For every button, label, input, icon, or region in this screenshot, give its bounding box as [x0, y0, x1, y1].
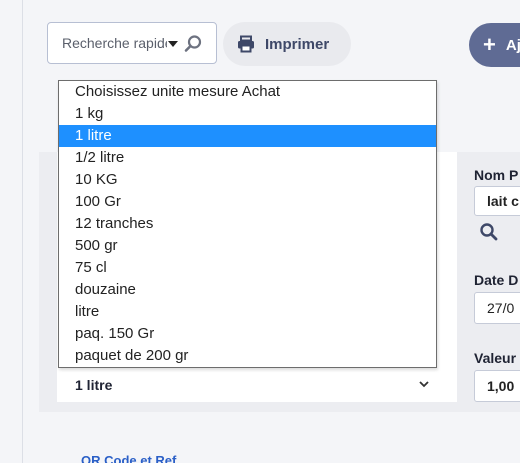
- valeur-field[interactable]: 1,00: [474, 370, 520, 402]
- caret-down-icon[interactable]: [168, 41, 178, 47]
- chevron-down-icon: [419, 381, 429, 388]
- dropdown-option[interactable]: 100 Gr: [59, 191, 436, 213]
- dropdown-option[interactable]: 75 cl: [59, 257, 436, 279]
- nom-produit-label: Nom P: [474, 167, 519, 183]
- qr-code-link[interactable]: QR Code et Ref: [81, 453, 176, 463]
- valeur-label: Valeur: [474, 350, 517, 366]
- unit-dropdown-list[interactable]: Choisissez unite mesure Achat 1 kg 1 lit…: [58, 80, 437, 368]
- dropdown-option-selected[interactable]: 1 litre: [59, 125, 436, 147]
- unit-select-value: 1 litre: [75, 377, 113, 393]
- dropdown-option[interactable]: 1/2 litre: [59, 147, 436, 169]
- search-icon[interactable]: [183, 34, 203, 54]
- left-divider: [22, 0, 23, 463]
- add-button-label: Ajouter: [505, 36, 520, 54]
- dropdown-option[interactable]: 1 kg: [59, 103, 436, 125]
- quick-search-box[interactable]: [47, 22, 217, 64]
- app-root: Imprimer + Ajouter Nom P lait c Date D 2…: [0, 0, 520, 463]
- search-product-icon[interactable]: [479, 222, 499, 242]
- nom-produit-field[interactable]: lait c: [474, 186, 520, 216]
- dropdown-option[interactable]: paquet de 200 gr: [59, 345, 436, 367]
- dropdown-option[interactable]: paq. 150 Gr: [59, 323, 436, 345]
- dropdown-option[interactable]: douzaine: [59, 279, 436, 301]
- print-button[interactable]: Imprimer: [223, 22, 351, 66]
- unit-select[interactable]: 1 litre: [57, 368, 437, 402]
- add-button[interactable]: + Ajouter: [469, 23, 520, 67]
- search-input[interactable]: [62, 23, 167, 63]
- dropdown-option[interactable]: 10 KG: [59, 169, 436, 191]
- date-label: Date D: [474, 272, 519, 288]
- dropdown-option[interactable]: Choisissez unite mesure Achat: [59, 81, 436, 103]
- dropdown-option[interactable]: 500 gr: [59, 235, 436, 257]
- date-field[interactable]: 27/0: [474, 292, 520, 324]
- print-button-label: Imprimer: [265, 35, 330, 53]
- printer-icon: [238, 35, 254, 53]
- dropdown-option[interactable]: 12 tranches: [59, 213, 436, 235]
- dropdown-option[interactable]: litre: [59, 301, 436, 323]
- plus-icon: +: [483, 32, 496, 57]
